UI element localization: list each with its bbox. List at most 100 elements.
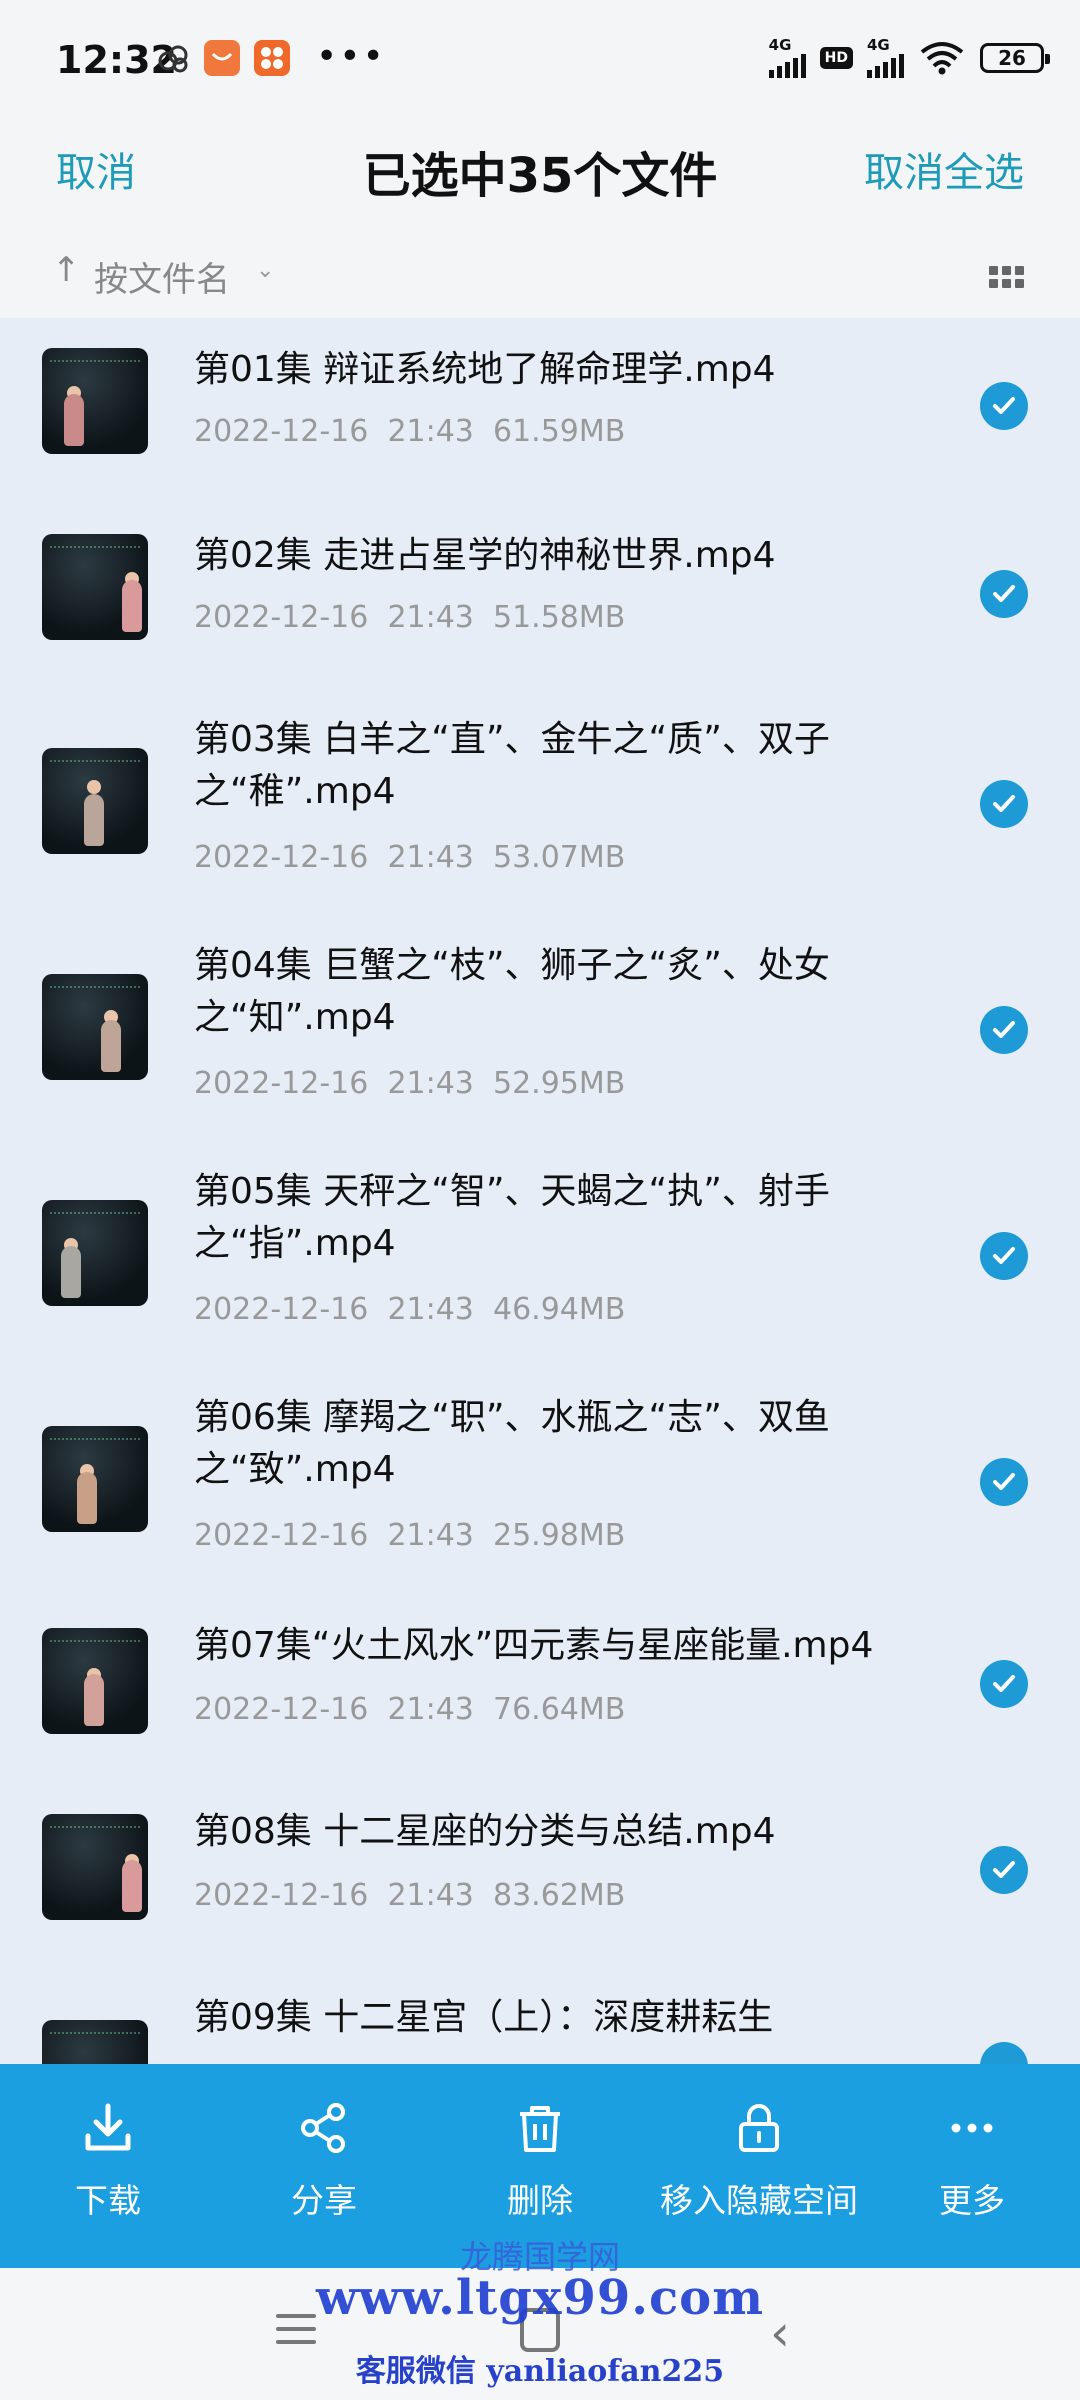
more-notifications-icon: •••: [316, 36, 386, 77]
signal-bars-icon: [867, 52, 904, 78]
selected-check-icon[interactable]: [980, 1846, 1028, 1894]
file-size: 76.64MB: [492, 1692, 626, 1727]
video-thumbnail: [42, 534, 148, 640]
file-meta: 2022-12-16 21:43 52.95MB: [194, 1066, 625, 1101]
move-to-hidden-space-button[interactable]: 移入隐藏空间: [654, 2098, 864, 2222]
status-bar: 12:32 ••• 4G HD 4G 26: [0, 0, 1080, 120]
list-item[interactable]: 第08集 十二星座的分类与总结.mp4 2022-12-16 21:43 83.…: [0, 1782, 1080, 1962]
list-item[interactable]: 第07集“火土风水”四元素与星座能量.mp4 2022-12-16 21:43 …: [0, 1596, 1080, 1776]
list-item[interactable]: 第06集 摩羯之“职”、水瓶之“志”、双鱼之“致”.mp4 2022-12-16…: [0, 1368, 1080, 1588]
wifi-icon: [920, 42, 964, 75]
more-label: 更多: [939, 2181, 1005, 2220]
video-thumbnail: [42, 748, 148, 854]
sort-bar: ↑ 按文件名 ⌄: [0, 240, 1080, 310]
network-type-2: 4G: [867, 36, 890, 54]
selected-check-icon[interactable]: [980, 1006, 1028, 1054]
sort-direction-icon[interactable]: ↑: [52, 250, 81, 290]
list-item[interactable]: 第04集 巨蟹之“枝”、狮子之“炙”、处女之“知”.mp4 2022-12-16…: [0, 916, 1080, 1136]
file-title: 第03集 白羊之“直”、金牛之“质”、双子之“稚”.mp4: [194, 719, 830, 812]
file-date: 2022-12-16: [194, 1692, 369, 1727]
more-icon: [872, 2098, 1072, 2158]
file-time: 21:43: [387, 1518, 474, 1553]
selected-check-icon[interactable]: [980, 570, 1028, 618]
file-meta: 2022-12-16 21:43 61.59MB: [194, 414, 625, 449]
file-size: 52.95MB: [492, 1066, 626, 1101]
download-label: 下载: [75, 2181, 141, 2220]
taobao-app-icon: [204, 40, 240, 76]
file-date: 2022-12-16: [194, 1878, 369, 1913]
signal-1: 4G: [768, 36, 806, 78]
list-item[interactable]: 第03集 白羊之“直”、金牛之“质”、双子之“稚”.mp4 2022-12-16…: [0, 690, 1080, 910]
file-time: 21:43: [387, 1692, 474, 1727]
download-icon: [8, 2098, 208, 2158]
selection-header: 取消 已选中35个文件 取消全选: [0, 120, 1080, 220]
move-to-hidden-space-label: 移入隐藏空间: [660, 2181, 858, 2220]
file-size: 53.07MB: [492, 840, 626, 875]
file-time: 21:43: [387, 1066, 474, 1101]
video-thumbnail: [42, 1200, 148, 1306]
file-date: 2022-12-16: [194, 1292, 369, 1327]
file-time: 21:43: [387, 1878, 474, 1913]
watermark-contact: 客服微信 yanliaofan225: [355, 2354, 725, 2389]
network-type-1: 4G: [768, 36, 792, 54]
file-size: 61.59MB: [492, 414, 626, 449]
file-date: 2022-12-16: [194, 600, 369, 635]
more-button[interactable]: 更多: [872, 2098, 1072, 2222]
file-time: 21:43: [387, 840, 474, 875]
file-title: 第06集 摩羯之“职”、水瓶之“志”、双鱼之“致”.mp4: [194, 1397, 830, 1490]
file-size: 46.94MB: [492, 1292, 626, 1327]
file-meta: 2022-12-16 21:43 25.98MB: [194, 1518, 625, 1553]
share-button[interactable]: 分享: [224, 2098, 424, 2222]
file-title: 第08集 十二星座的分类与总结.mp4: [194, 1811, 776, 1852]
delete-label: 删除: [507, 2181, 573, 2220]
selected-check-icon[interactable]: [980, 1458, 1028, 1506]
selected-check-icon[interactable]: [980, 1232, 1028, 1280]
cloud-icon: [158, 45, 188, 73]
file-time: 21:43: [387, 1292, 474, 1327]
file-date: 2022-12-16: [194, 1066, 369, 1101]
list-item[interactable]: 第09集 十二星宫（上）：深度耕耘生: [0, 1968, 1080, 2064]
list-item[interactable]: 第05集 天秤之“智”、天蝎之“执”、射手之“指”.mp4 2022-12-16…: [0, 1142, 1080, 1362]
selected-check-icon[interactable]: [980, 382, 1028, 430]
video-thumbnail: [42, 1814, 148, 1920]
sort-by-name-dropdown[interactable]: 按文件名: [94, 252, 230, 301]
file-title: 第02集 走进占星学的神秘世界.mp4: [194, 535, 776, 576]
delete-button[interactable]: 删除: [440, 2098, 640, 2222]
video-thumbnail: [42, 348, 148, 454]
file-title: 第04集 巨蟹之“枝”、狮子之“炙”、处女之“知”.mp4: [194, 945, 830, 1038]
chevron-down-icon[interactable]: ⌄: [256, 258, 274, 283]
list-item[interactable]: 第01集 辩证系统地了解命理学.mp4 2022-12-16 21:43 61.…: [0, 318, 1080, 498]
signal-2: 4G: [867, 38, 904, 78]
list-item[interactable]: 第02集 走进占星学的神秘世界.mp4 2022-12-16 21:43 51.…: [0, 500, 1080, 680]
file-date: 2022-12-16: [194, 840, 369, 875]
share-icon: [224, 2098, 424, 2158]
file-meta: 2022-12-16 21:43 83.62MB: [194, 1878, 625, 1913]
file-title: 第05集 天秤之“智”、天蝎之“执”、射手之“指”.mp4: [194, 1171, 830, 1264]
deselect-all-button[interactable]: 取消全选: [864, 140, 1024, 198]
download-button[interactable]: 下载: [8, 2098, 208, 2222]
watermark-url: www.ltgx99.com: [316, 2270, 764, 2326]
store-app-icon: [254, 40, 290, 76]
file-title: 第09集 十二星宫（上）：深度耕耘生: [194, 1997, 774, 2038]
hd-badge: HD: [819, 47, 853, 69]
selected-check-icon[interactable]: [980, 780, 1028, 828]
file-title: 第07集“火土风水”四元素与星座能量.mp4: [194, 1625, 874, 1666]
file-size: 51.58MB: [492, 600, 626, 635]
share-label: 分享: [291, 2181, 357, 2220]
video-thumbnail: [42, 974, 148, 1080]
selected-check-icon[interactable]: [980, 1660, 1028, 1708]
selected-check-icon[interactable]: [980, 2042, 1028, 2064]
file-date: 2022-12-16: [194, 1518, 369, 1553]
file-size: 83.62MB: [492, 1878, 626, 1913]
file-title: 第01集 辩证系统地了解命理学.mp4: [194, 349, 776, 390]
status-indicators: 4G HD 4G 26: [768, 36, 1050, 78]
video-thumbnail: [42, 2020, 148, 2064]
file-meta: 2022-12-16 21:43 46.94MB: [194, 1292, 625, 1327]
file-time: 21:43: [387, 600, 474, 635]
file-date: 2022-12-16: [194, 414, 369, 449]
grid-view-icon[interactable]: [989, 266, 1024, 288]
battery-icon: 26: [980, 43, 1050, 73]
delete-icon: [440, 2098, 640, 2158]
file-time: 21:43: [387, 414, 474, 449]
file-list[interactable]: 第01集 辩证系统地了解命理学.mp4 2022-12-16 21:43 61.…: [0, 318, 1080, 2064]
